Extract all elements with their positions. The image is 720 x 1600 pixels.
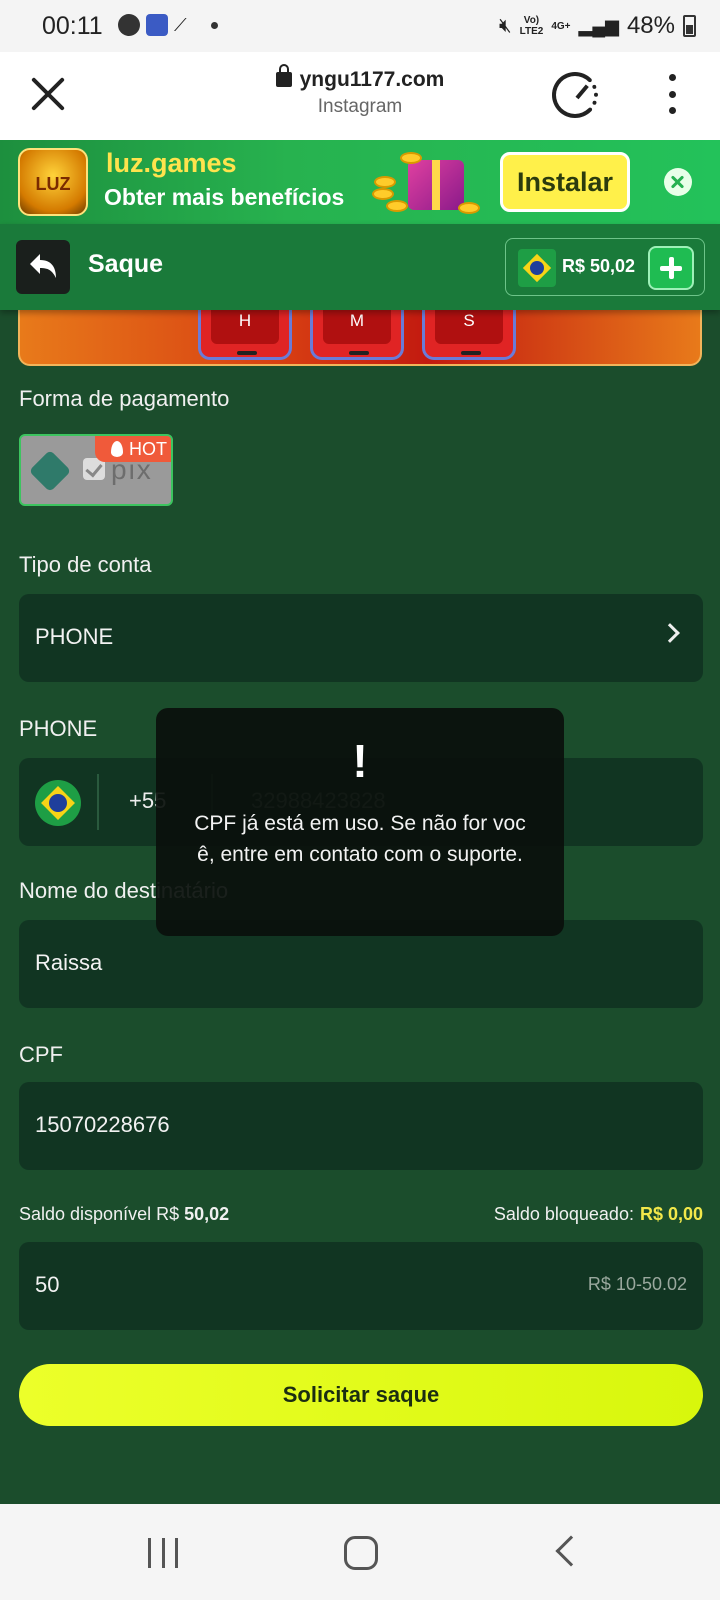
blocked-balance: Saldo bloqueado: R$ 0,00	[493, 1204, 703, 1224]
signal-icon: ▂▄▆	[578, 15, 619, 36]
back-icon[interactable]	[555, 1535, 587, 1567]
page-title: Saque	[88, 250, 164, 278]
notification-icons: ⟋	[118, 14, 218, 36]
network-type: 4G+	[551, 20, 571, 32]
recents-icon[interactable]	[148, 1538, 178, 1568]
home-icon[interactable]	[344, 1536, 378, 1570]
status-bar: 00:11 ⟋ 🔇︎ Vo) LTE2 4G+ ▂▄▆ 48%	[0, 0, 720, 52]
amount-range-hint: R$ 10-50.02	[587, 1274, 687, 1294]
browser-source: Instagram	[317, 96, 403, 117]
install-promo-banner[interactable]: LUZ luz.games Obter mais benefícios Inst…	[0, 140, 720, 224]
status-right: 🔇︎ Vo) LTE2 4G+ ▂▄▆ 48%	[499, 12, 696, 40]
back-button[interactable]	[16, 240, 70, 294]
timer-tile-hours: H	[198, 310, 292, 360]
cpf-value: 15070228676	[35, 1112, 170, 1137]
volte-indicator: Vo) LTE2	[519, 15, 544, 37]
error-toast: ! CPF já está em uso. Se não for você, e…	[156, 708, 564, 936]
amount-value: 50	[35, 1272, 60, 1297]
battery-icon	[683, 15, 696, 37]
toast-message: CPF já está em uso. Se não for você, ent…	[194, 812, 526, 866]
status-time: 00:11	[42, 12, 103, 40]
promo-timer-banner: H M S	[18, 310, 702, 366]
promo-subtitle: Obter mais benefícios	[104, 184, 345, 210]
url-area[interactable]: yngu1177.com Instagram	[0, 64, 720, 118]
timer-tile-seconds: S	[422, 310, 516, 360]
app-header: Saque R$ 50,02	[0, 224, 720, 310]
app-notification-icon	[146, 14, 168, 36]
account-type-value: PHONE	[35, 624, 114, 649]
gift-icon	[372, 148, 482, 220]
hot-badge: HOT	[95, 436, 171, 462]
signal-waves-icon: ⟋	[174, 14, 187, 35]
install-button[interactable]: Instalar	[500, 152, 630, 212]
chevron-right-icon	[660, 623, 680, 643]
close-banner-icon[interactable]	[664, 168, 692, 196]
pix-logo-icon	[28, 449, 72, 493]
phone-label: PHONE	[19, 716, 98, 741]
cpf-label: CPF	[19, 1042, 63, 1067]
divider	[97, 774, 99, 830]
mute-icon: 🔇︎	[498, 14, 512, 37]
exclamation-icon: !	[352, 735, 368, 787]
timer-icon[interactable]	[552, 72, 598, 118]
back-arrow-icon	[30, 254, 56, 278]
lock-icon	[275, 64, 292, 87]
more-notifications-dot-icon	[210, 21, 218, 29]
deposit-plus-button[interactable]	[648, 246, 694, 290]
balance-amount: R$ 50,02	[562, 256, 636, 276]
flame-icon	[111, 441, 123, 457]
url-text: yngu1177.com	[299, 68, 445, 91]
brazil-flag-icon	[518, 249, 556, 287]
request-withdrawal-button[interactable]: Solicitar saque	[19, 1364, 703, 1426]
browser-toolbar: yngu1177.com Instagram	[0, 52, 720, 140]
system-navigation-bar	[0, 1504, 720, 1600]
account-type-select[interactable]: PHONE	[19, 594, 703, 682]
brazil-flag-icon	[35, 780, 81, 826]
payment-method-label: Forma de pagamento	[19, 386, 230, 411]
balance-widget: R$ 50,02	[505, 238, 705, 296]
amount-input[interactable]: 50 R$ 10-50.02	[19, 1242, 703, 1330]
cpf-input[interactable]: 15070228676	[19, 1082, 703, 1170]
account-type-label: Tipo de conta	[19, 552, 152, 577]
battery-percent: 48%	[626, 12, 675, 39]
app-logo: LUZ	[18, 148, 88, 216]
timer-tile-minutes: M	[310, 310, 404, 360]
recipient-name-value: Raissa	[35, 950, 103, 975]
available-balance: Saldo disponível R$ 50,02	[19, 1204, 230, 1224]
more-options-icon[interactable]	[668, 74, 676, 114]
pix-payment-option[interactable]: pix HOT	[19, 434, 173, 506]
promo-title: luz.games	[106, 148, 237, 178]
app-notification-icon	[118, 14, 140, 36]
